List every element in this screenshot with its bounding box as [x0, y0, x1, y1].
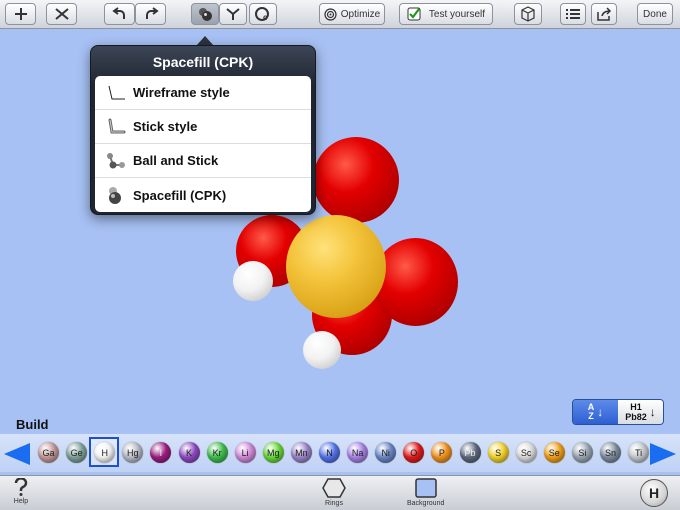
hydrogen-toggle-button[interactable]: H — [640, 479, 668, 507]
element-button-s[interactable]: S — [487, 442, 509, 463]
element-button-kr[interactable]: Kr — [206, 442, 228, 463]
oxygen-atom-top — [313, 137, 399, 223]
sort-num-top: H1 — [630, 402, 642, 412]
test-yourself-label: Test yourself — [428, 8, 486, 20]
sort-num-bottom: Pb82 — [625, 412, 647, 422]
element-button-ti[interactable]: Ti — [628, 442, 650, 463]
menu-item-label: Wireframe style — [133, 85, 230, 100]
sulfur-atom — [286, 215, 386, 318]
help-label: Help — [13, 498, 29, 505]
element-button-k[interactable]: K — [178, 442, 200, 463]
hydrogen-atom-bottom — [303, 331, 341, 369]
menu-item-spacefill[interactable]: Spacefill (CPK) — [95, 178, 311, 212]
share-button[interactable] — [591, 3, 617, 25]
share-icon — [597, 7, 612, 21]
checkbox-check-icon — [407, 7, 421, 21]
display-style-button[interactable] — [191, 3, 219, 25]
scroll-left-arrow-icon[interactable] — [4, 443, 30, 465]
build-label: Build — [16, 417, 49, 432]
element-button-ga[interactable]: Ga — [38, 442, 59, 463]
bond-tool-icon — [226, 8, 240, 20]
hydrogen-toggle-label: H — [648, 485, 660, 501]
background-label: Background — [407, 500, 445, 507]
ball-and-stick-icon — [105, 151, 129, 171]
optimize-label: Optimize — [340, 8, 381, 20]
background-button[interactable]: Background — [407, 478, 444, 507]
menu-item-wireframe[interactable]: Wireframe style — [95, 76, 311, 110]
display-style-icon — [199, 8, 212, 21]
sort-az-bottom: Z — [588, 411, 594, 421]
charge-tool-button[interactable]: c — [249, 3, 277, 25]
done-button[interactable]: Done — [637, 3, 673, 25]
svg-text:c: c — [263, 13, 268, 22]
help-button[interactable]: Help — [13, 478, 29, 505]
menu-item-stick[interactable]: Stick style — [95, 110, 311, 144]
hydrogen-atom-left — [233, 261, 273, 301]
cube-icon — [521, 6, 535, 22]
popover-title: Spacefill (CPK) — [152, 54, 254, 70]
charge-tool-icon: c — [255, 7, 269, 22]
delete-bond-icon — [54, 8, 69, 20]
scroll-right-arrow-icon[interactable] — [650, 443, 676, 465]
arrow-down-icon: ↓ — [649, 405, 656, 419]
element-button-mg[interactable]: Mg — [262, 442, 284, 463]
menu-item-label: Stick style — [133, 119, 198, 134]
arrow-down-icon: ↓ — [597, 404, 604, 419]
list-button[interactable] — [560, 3, 586, 25]
delete-bond-button[interactable] — [46, 3, 77, 25]
element-button-sc[interactable]: Sc — [515, 442, 537, 463]
sort-atomic-number-button[interactable]: H1 Pb82 ↓ — [618, 400, 663, 424]
undo-button[interactable] — [104, 3, 135, 25]
optimize-icon — [324, 7, 337, 21]
top-toolbar: c Optimize Test yourself Done — [0, 0, 680, 29]
test-yourself-button[interactable]: Test yourself — [399, 3, 493, 25]
background-swatch-icon — [414, 478, 437, 498]
element-button-n[interactable]: N — [319, 442, 340, 463]
redo-button[interactable] — [135, 3, 166, 25]
help-icon — [14, 478, 28, 496]
oxygen-atom-right — [373, 238, 458, 326]
display-style-list: Wireframe style Stick style Ball and Sti… — [95, 76, 311, 212]
add-button[interactable] — [5, 3, 36, 25]
element-button-na[interactable]: Na — [347, 442, 369, 463]
element-button-se[interactable]: Se — [543, 442, 565, 463]
element-button-li[interactable]: Li — [234, 442, 256, 463]
element-button-ge[interactable]: Ge — [66, 442, 88, 463]
element-button-si[interactable]: Si — [571, 442, 593, 463]
menu-item-label: Spacefill (CPK) — [133, 187, 227, 203]
plus-icon — [14, 8, 27, 20]
wireframe-icon — [105, 83, 129, 103]
element-button-pb[interactable]: Pb — [459, 442, 481, 463]
done-label: Done — [643, 8, 667, 20]
redo-icon — [145, 7, 159, 19]
menu-item-label: Ball and Stick — [133, 153, 219, 168]
element-sort-control: A Z ↓ H1 Pb82 ↓ — [572, 399, 664, 425]
list-icon — [566, 9, 580, 19]
stick-icon — [105, 117, 129, 137]
undo-icon — [111, 7, 125, 19]
element-button-sn[interactable]: Sn — [600, 442, 621, 463]
hexagon-icon — [322, 478, 346, 498]
sort-alphabetical-button[interactable]: A Z ↓ — [573, 400, 618, 424]
rings-button[interactable]: Rings — [322, 478, 346, 507]
bond-tool-button[interactable] — [219, 3, 247, 25]
display-style-popover: Spacefill (CPK) Wireframe style Stick st… — [90, 45, 316, 215]
rings-label: Rings — [325, 500, 343, 507]
3d-view-button[interactable] — [514, 3, 542, 25]
menu-item-ball-and-stick[interactable]: Ball and Stick — [95, 144, 311, 178]
element-button-mn[interactable]: Mn — [290, 442, 312, 463]
spacefill-icon — [105, 185, 129, 205]
optimize-button[interactable]: Optimize — [319, 3, 385, 25]
